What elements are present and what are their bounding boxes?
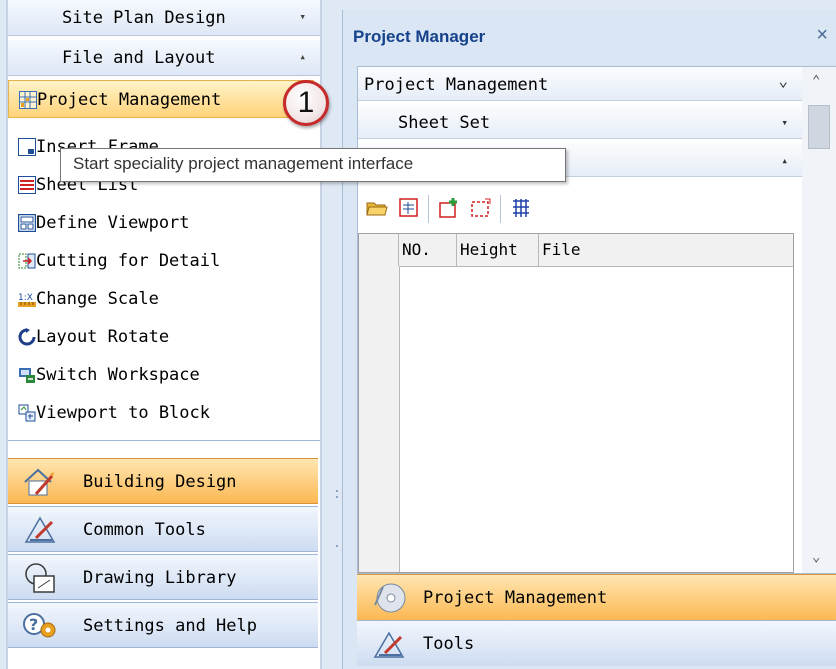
svg-text:1:X: 1:X bbox=[18, 293, 33, 303]
section-label: File and Layout bbox=[62, 48, 216, 68]
building-grid-icon[interactable] bbox=[510, 197, 532, 219]
workspace-icon bbox=[18, 366, 36, 384]
expand-arrow-icon: ▾ bbox=[299, 10, 306, 23]
tab-label: Project Management bbox=[423, 588, 608, 608]
sheet-edit-icon[interactable] bbox=[398, 197, 420, 219]
table-header: NO. Height File bbox=[359, 234, 793, 267]
tools-icon bbox=[371, 627, 407, 661]
command-layout-rotate[interactable]: Layout Rotate bbox=[8, 318, 314, 356]
command-label: Cutting for Detail bbox=[36, 251, 221, 271]
open-folder-icon[interactable] bbox=[366, 197, 388, 219]
dropdown-sheet-set[interactable]: Sheet Set ▾ bbox=[358, 105, 802, 139]
cut-detail-icon bbox=[18, 252, 36, 270]
tab-common-tools[interactable]: Common Tools bbox=[8, 506, 318, 552]
close-icon[interactable]: × bbox=[816, 24, 828, 47]
panel-title: Project Manager bbox=[353, 27, 486, 46]
dropdown-label: Sheet Set bbox=[398, 113, 491, 133]
command-change-scale[interactable]: 1:X Change Scale bbox=[8, 280, 314, 318]
new-sheet-icon[interactable] bbox=[470, 197, 492, 219]
tab-label: Settings and Help bbox=[83, 616, 257, 636]
command-switch-workspace[interactable]: Switch Workspace bbox=[8, 356, 314, 394]
command-viewport-to-block[interactable]: Viewport to Block bbox=[8, 394, 314, 432]
toolbar-separator bbox=[500, 195, 501, 223]
tools-icon bbox=[22, 514, 58, 546]
panel-splitter[interactable] bbox=[332, 0, 342, 669]
svg-text:?: ? bbox=[29, 615, 38, 634]
divider bbox=[8, 440, 320, 441]
command-label: Switch Workspace bbox=[36, 365, 200, 385]
dropdown-project-management[interactable]: Project Management ⌄ bbox=[358, 67, 802, 101]
library-icon bbox=[22, 562, 58, 594]
command-cutting-for-detail[interactable]: Cutting for Detail bbox=[8, 242, 314, 280]
frame-icon bbox=[18, 138, 36, 156]
collapse-arrow-icon: ▴ bbox=[299, 50, 306, 63]
section-file-and-layout[interactable]: File and Layout ▴ bbox=[8, 40, 320, 76]
scroll-up-icon[interactable]: ⌃ bbox=[812, 73, 820, 89]
tab-label: Drawing Library bbox=[83, 568, 237, 588]
scroll-down-icon[interactable]: ⌄ bbox=[812, 549, 820, 565]
dropdown-label: Project Management bbox=[364, 75, 549, 95]
left-command-panel: Site Plan Design ▾ File and Layout ▴ Pro… bbox=[6, 0, 322, 669]
block-icon bbox=[18, 404, 36, 422]
rotate-icon bbox=[18, 328, 36, 346]
project-grid-icon bbox=[19, 91, 37, 109]
tab-settings-and-help[interactable]: ? Settings and Help bbox=[8, 602, 318, 648]
building-icon bbox=[22, 466, 58, 498]
column-header-file[interactable]: File bbox=[539, 234, 793, 266]
scale-icon: 1:X bbox=[18, 290, 36, 308]
scroll-thumb[interactable] bbox=[808, 105, 830, 149]
project-manager-body: Project Management ⌄ Sheet Set ▾ ▴ NO. H… bbox=[357, 66, 836, 574]
viewport-icon bbox=[17, 213, 37, 233]
command-label: Define Viewport bbox=[36, 213, 190, 233]
splitter-grip bbox=[336, 545, 338, 547]
command-label: Project Management bbox=[37, 90, 222, 110]
sheet-list-icon bbox=[18, 176, 36, 194]
tab-label: Tools bbox=[423, 634, 475, 654]
tooltip: Start speciality project management inte… bbox=[60, 148, 566, 182]
disc-icon bbox=[371, 581, 407, 615]
column-header-height[interactable]: Height bbox=[457, 234, 539, 266]
project-manager-panel: Project Manager × Project Management ⌄ S… bbox=[342, 10, 836, 669]
tab-label: Common Tools bbox=[83, 520, 206, 540]
tab-tools[interactable]: Tools bbox=[357, 620, 836, 666]
section-site-plan-design[interactable]: Site Plan Design ▾ bbox=[8, 0, 320, 36]
command-define-viewport[interactable]: Define Viewport bbox=[8, 204, 314, 242]
command-label: Viewport to Block bbox=[36, 403, 210, 423]
toolbar-separator bbox=[428, 195, 429, 223]
tab-project-management[interactable]: Project Management bbox=[357, 574, 836, 620]
column-header-no[interactable]: NO. bbox=[399, 234, 457, 266]
row-header-corner bbox=[359, 234, 399, 266]
sheet-toolbar bbox=[358, 185, 802, 229]
add-sheet-icon[interactable] bbox=[438, 197, 460, 219]
section-label: Site Plan Design bbox=[62, 8, 226, 28]
vertical-scrollbar[interactable]: ⌃ ⌄ bbox=[802, 67, 836, 573]
chevron-down-icon: ⌄ bbox=[778, 71, 788, 90]
expand-arrow-icon: ▾ bbox=[781, 116, 788, 129]
tab-drawing-library[interactable]: Drawing Library bbox=[8, 554, 318, 600]
splitter-grip bbox=[336, 490, 338, 492]
command-label: Change Scale bbox=[36, 289, 159, 309]
command-project-management[interactable]: Project Management bbox=[8, 80, 314, 118]
row-header-column bbox=[359, 266, 400, 572]
settings-help-icon: ? bbox=[22, 610, 58, 642]
splitter-grip bbox=[336, 496, 338, 498]
sheet-table: NO. Height File bbox=[358, 233, 794, 573]
project-manager-tabs: Project Management Tools bbox=[357, 574, 836, 669]
tab-label: Building Design bbox=[83, 472, 237, 492]
collapse-arrow-icon: ▴ bbox=[781, 154, 788, 167]
tab-building-design[interactable]: Building Design bbox=[8, 458, 318, 504]
command-label: Layout Rotate bbox=[36, 327, 170, 347]
step-callout-badge: 1 bbox=[283, 80, 329, 126]
